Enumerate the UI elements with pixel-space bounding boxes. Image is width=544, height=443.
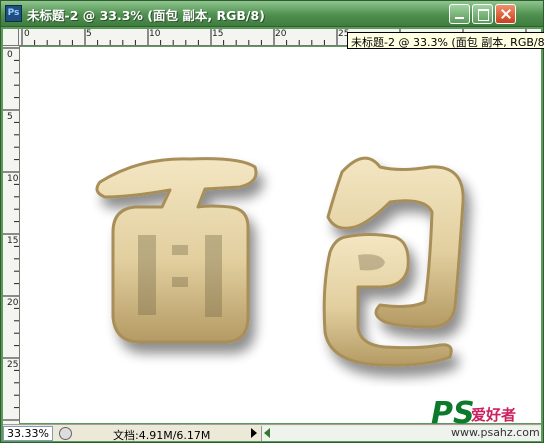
minimize-button[interactable] <box>449 4 470 24</box>
photoshop-app-icon[interactable]: Ps <box>5 5 22 22</box>
ruler-label-h: 20 <box>275 29 287 39</box>
site-watermark: PS 爱好者 www.psahz.com <box>431 396 540 442</box>
vertical-ruler[interactable]: 0 5 10 15 20 25 <box>3 46 20 424</box>
status-info-icon[interactable] <box>59 427 72 440</box>
ruler-label-v: 20 <box>7 298 19 308</box>
ruler-label-v: 25 <box>7 360 19 370</box>
ruler-label-v: 0 <box>7 50 13 60</box>
status-menu-arrow-icon[interactable] <box>251 428 257 438</box>
ruler-label-v: 10 <box>7 174 19 184</box>
document-window: Ps 未标题-2 @ 33.3% (面包 副本, RGB/8) 0 5 10 1… <box>0 0 544 443</box>
zoom-level-field[interactable]: 33.33% <box>3 426 53 441</box>
document-size-info: 文档:4.91M/6.17M <box>113 429 211 442</box>
title-tooltip: 未标题-2 @ 33.3% (面包 副本, RGB/8) <box>347 32 544 49</box>
ruler-label-h: 10 <box>149 29 161 39</box>
ruler-label-v: 15 <box>7 236 19 246</box>
close-button[interactable] <box>495 4 516 24</box>
ruler-label-h: 0 <box>24 29 30 39</box>
scroll-left-arrow-icon[interactable] <box>264 428 270 438</box>
ruler-origin[interactable] <box>3 29 19 46</box>
document-canvas[interactable] <box>20 47 541 423</box>
ruler-label-v: 5 <box>7 112 13 122</box>
watermark-text: 爱好者 <box>471 406 517 424</box>
maximize-button[interactable] <box>472 4 493 24</box>
window-title: 未标题-2 @ 33.3% (面包 副本, RGB/8) <box>27 8 265 23</box>
ruler-label-h: 15 <box>212 29 224 39</box>
ruler-label-h: 5 <box>86 29 92 39</box>
title-bar[interactable]: Ps 未标题-2 @ 33.3% (面包 副本, RGB/8) <box>1 1 543 27</box>
bread-text-artwork <box>95 156 465 367</box>
watermark-url: www.psahz.com <box>451 426 540 439</box>
